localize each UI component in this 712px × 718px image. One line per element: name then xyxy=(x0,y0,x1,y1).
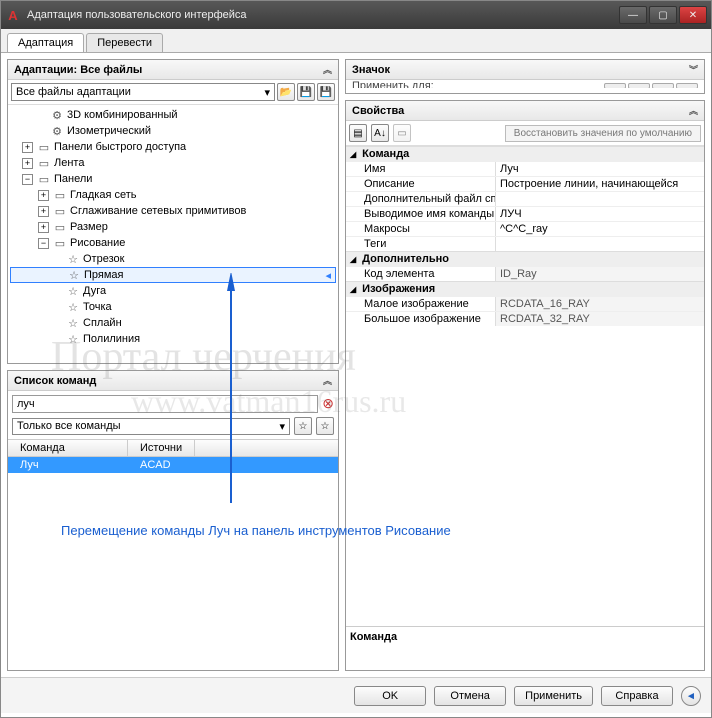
open-file-button[interactable]: 📂 xyxy=(277,83,295,101)
property-grid[interactable]: ◢Команда ИмяЛуч ОписаниеПостроение линии… xyxy=(346,146,704,626)
props-view-button[interactable]: ▭ xyxy=(393,124,411,142)
toolbar-icon: ▭ xyxy=(53,237,67,250)
toolbar-icon: ▭ xyxy=(53,221,67,234)
star-icon: ☆ xyxy=(66,253,80,266)
customization-tree[interactable]: ⚙3D комбинированный ⚙Изометрический +▭Па… xyxy=(8,105,338,363)
command-table-body[interactable]: Луч ACAD xyxy=(8,457,338,670)
gear-icon: ⚙ xyxy=(50,109,64,122)
icon-panel: Значок ︾ Применить для: xyxy=(345,59,705,94)
save-button[interactable]: 💾 xyxy=(297,83,315,101)
ribbon-icon: ▭ xyxy=(37,157,51,170)
maximize-button[interactable]: ▢ xyxy=(649,6,677,24)
star-icon: ☆ xyxy=(66,333,80,346)
command-filter-dropdown[interactable]: Только все команды▾ xyxy=(12,418,290,435)
property-help: Команда xyxy=(346,626,704,670)
expander-icon[interactable]: − xyxy=(38,238,49,249)
dialog-footer: OK Отмена Применить Справка ◂ xyxy=(1,677,711,713)
expander-icon[interactable]: + xyxy=(38,222,49,233)
apply-button[interactable]: Применить xyxy=(514,686,593,706)
new-command-button[interactable]: ☆ xyxy=(294,417,312,435)
annotation-text: Перемещение команды Луч на панель инстру… xyxy=(61,523,451,538)
sort-button[interactable]: A↓ xyxy=(371,124,389,142)
collapse-icon[interactable]: ︽ xyxy=(323,63,332,76)
customizations-title: Адаптации: Все файлы xyxy=(14,64,142,76)
toolbar-icon: ▭ xyxy=(53,205,67,218)
star-icon: ☆ xyxy=(66,317,80,330)
save-all-button[interactable]: 💾 xyxy=(317,83,335,101)
star-icon: ☆ xyxy=(66,301,80,314)
ok-button[interactable]: OK xyxy=(354,686,426,706)
app-icon: A xyxy=(5,7,21,23)
star-icon: ☆ xyxy=(67,269,81,282)
restore-defaults-button[interactable]: Восстановить значения по умолчанию xyxy=(505,125,701,142)
gear-icon: ⚙ xyxy=(50,125,64,138)
categorize-button[interactable]: ▤ xyxy=(349,124,367,142)
expander-icon[interactable]: + xyxy=(38,190,49,201)
titlebar: A Адаптация пользовательского интерфейса… xyxy=(1,1,711,29)
panel-icon: ▭ xyxy=(37,141,51,154)
star-icon: ☆ xyxy=(66,285,80,298)
col-source[interactable]: Источни xyxy=(128,440,195,456)
expander-icon[interactable]: + xyxy=(22,158,33,169)
command-row-selected[interactable]: Луч ACAD xyxy=(8,457,338,473)
window-title: Адаптация пользовательского интерфейса xyxy=(27,9,619,21)
tab-adapt[interactable]: Адаптация xyxy=(7,33,84,52)
icon-panel-title: Значок xyxy=(352,64,390,76)
expander-icon[interactable]: − xyxy=(22,174,33,185)
command-search-input[interactable] xyxy=(12,395,318,413)
close-button[interactable]: ✕ xyxy=(679,6,707,24)
expander-icon[interactable]: + xyxy=(38,206,49,217)
toolbar-icon: ▭ xyxy=(53,189,67,202)
cancel-button[interactable]: Отмена xyxy=(434,686,506,706)
command-list-panel: Список команд ︽ ⊗ Только все команды▾ ☆ … xyxy=(7,370,339,671)
help-icon[interactable]: ◂ xyxy=(681,686,701,706)
properties-panel: Свойства ︽ ▤ A↓ ▭ Восстановить значения … xyxy=(345,100,705,671)
clear-search-icon[interactable]: ⊗ xyxy=(322,395,334,413)
minimize-button[interactable]: — xyxy=(619,6,647,24)
customizations-panel: Адаптации: Все файлы ︽ Все файлы адаптац… xyxy=(7,59,339,364)
find-command-button[interactable]: ☆ xyxy=(316,417,334,435)
command-list-title: Список команд xyxy=(14,375,96,387)
expander-icon[interactable]: + xyxy=(22,142,33,153)
toolbars-icon: ▭ xyxy=(37,173,51,186)
collapse-icon[interactable]: ︽ xyxy=(323,374,332,387)
tab-translate[interactable]: Перевести xyxy=(86,33,163,52)
expand-icon[interactable]: ︾ xyxy=(689,63,698,76)
collapse-icon[interactable]: ︽ xyxy=(689,104,698,117)
properties-title: Свойства xyxy=(352,105,404,117)
adaptation-files-dropdown[interactable]: Все файлы адаптации▾ xyxy=(11,83,275,101)
col-command[interactable]: Команда xyxy=(8,440,128,456)
command-table-header: Команда Источни xyxy=(8,439,338,457)
main-tabs: Адаптация Перевести xyxy=(1,29,711,53)
drop-target[interactable]: ☆Прямая◂ xyxy=(10,267,336,283)
help-button[interactable]: Справка xyxy=(601,686,673,706)
